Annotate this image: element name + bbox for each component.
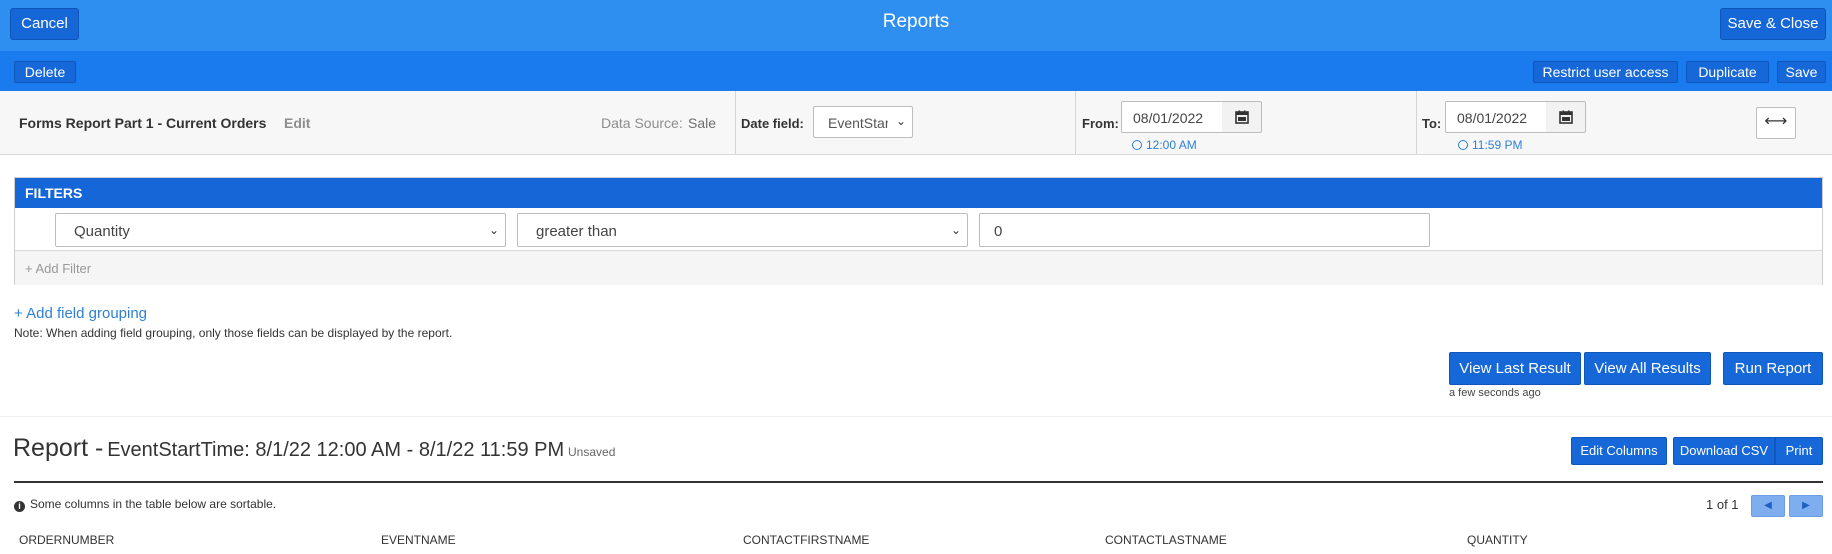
filter-row: Quantity ⌄ greater than ⌄ 0 bbox=[15, 208, 1822, 251]
view-last-result-button[interactable]: View Last Result bbox=[1449, 352, 1581, 385]
filter-field-value: Quantity bbox=[74, 223, 130, 240]
report-status: Unsaved bbox=[568, 445, 616, 459]
calendar-icon bbox=[1559, 110, 1573, 124]
last-run-time: a few seconds ago bbox=[1449, 387, 1541, 399]
clock-icon bbox=[1132, 140, 1142, 150]
expand-button[interactable]: ⟷ bbox=[1756, 107, 1796, 139]
date-field-value: EventStartTime bbox=[828, 115, 888, 131]
to-date-value: 08/01/2022 bbox=[1457, 110, 1528, 126]
add-filter-link[interactable]: + Add Filter bbox=[25, 261, 91, 276]
from-calendar-button[interactable] bbox=[1222, 101, 1262, 133]
to-time-value: 11:59 PM bbox=[1472, 138, 1523, 152]
edit-report-name-link[interactable]: Edit bbox=[284, 115, 310, 131]
caret-left-icon: ◀ bbox=[1764, 500, 1772, 511]
filter-operator-select[interactable]: greater than ⌄ bbox=[517, 213, 968, 247]
chevron-down-icon: ⌄ bbox=[895, 114, 906, 128]
previous-page-button[interactable]: ◀ bbox=[1751, 495, 1785, 517]
from-time-link[interactable]: 12:00 AM bbox=[1132, 138, 1197, 152]
download-csv-button[interactable]: Download CSV bbox=[1673, 437, 1775, 465]
column-header-contactfirstname[interactable]: CONTACTFIRSTNAME bbox=[743, 533, 869, 547]
view-all-results-button[interactable]: View All Results bbox=[1584, 352, 1711, 385]
grouping-note: Note: When adding field grouping, only t… bbox=[14, 326, 453, 340]
filter-value-input[interactable]: 0 bbox=[979, 213, 1430, 247]
divider bbox=[1075, 91, 1076, 155]
to-date-input[interactable]: 08/01/2022 bbox=[1445, 101, 1547, 133]
add-field-grouping-link[interactable]: + Add field grouping bbox=[14, 305, 147, 322]
divider bbox=[0, 416, 1832, 417]
expand-arrows-icon: ⟷ bbox=[1764, 113, 1788, 130]
edit-columns-button[interactable]: Edit Columns bbox=[1571, 437, 1667, 465]
caret-right-icon: ▶ bbox=[1802, 500, 1810, 511]
filter-value: 0 bbox=[994, 223, 1003, 240]
from-label: From: bbox=[1082, 116, 1119, 131]
report-settings-bar: Forms Report Part 1 - Current Orders Edi… bbox=[0, 91, 1832, 155]
to-label: To: bbox=[1422, 116, 1442, 131]
print-button[interactable]: Print bbox=[1775, 437, 1823, 465]
data-source-value: Sale bbox=[688, 115, 717, 131]
to-time-link[interactable]: 11:59 PM bbox=[1458, 138, 1522, 152]
filter-field-select[interactable]: Quantity ⌄ bbox=[55, 213, 506, 247]
add-filter-row[interactable]: + Add Filter bbox=[15, 251, 1822, 285]
report-name: Forms Report Part 1 - Current Orders bbox=[19, 115, 267, 131]
page-indicator: 1 of 1 bbox=[1706, 497, 1739, 512]
sortable-note: i Some columns in the table below are sor… bbox=[14, 497, 276, 512]
date-field-label: Date field: bbox=[741, 116, 804, 131]
page-title: Reports bbox=[882, 11, 950, 32]
info-icon: i bbox=[14, 501, 25, 512]
report-heading: Report - EventStartTime: 8/1/22 12:00 AM… bbox=[13, 434, 615, 463]
report-title: Report - bbox=[13, 434, 104, 462]
filters-title: FILTERS bbox=[25, 185, 83, 201]
from-date-input[interactable]: 08/01/2022 bbox=[1121, 101, 1223, 133]
data-source-label: Data Source: bbox=[601, 115, 683, 131]
filter-operator-value: greater than bbox=[536, 223, 617, 240]
to-calendar-button[interactable] bbox=[1546, 101, 1586, 133]
date-field-select[interactable]: EventStartTime ⌄ bbox=[813, 106, 913, 138]
filters-header: FILTERS bbox=[15, 178, 1822, 208]
save-and-close-button[interactable]: Save & Close bbox=[1720, 8, 1826, 40]
column-header-quantity[interactable]: QUANTITY bbox=[1467, 533, 1528, 547]
report-range: EventStartTime: 8/1/22 12:00 AM - 8/1/22… bbox=[107, 439, 565, 461]
top-bar: Cancel Reports Save & Close bbox=[0, 0, 1832, 51]
divider bbox=[1416, 91, 1417, 155]
restrict-user-access-button[interactable]: Restrict user access bbox=[1533, 61, 1678, 83]
column-header-eventname[interactable]: EVENTNAME bbox=[381, 533, 456, 547]
from-time-value: 12:00 AM bbox=[1146, 138, 1197, 152]
calendar-icon bbox=[1235, 110, 1249, 124]
duplicate-button[interactable]: Duplicate bbox=[1686, 61, 1769, 83]
save-button[interactable]: Save bbox=[1777, 61, 1826, 83]
action-bar: Delete Restrict user access Duplicate Sa… bbox=[0, 51, 1832, 91]
column-header-contactlastname[interactable]: CONTACTLASTNAME bbox=[1105, 533, 1227, 547]
chevron-down-icon: ⌄ bbox=[950, 223, 961, 237]
filters-panel: FILTERS Quantity ⌄ greater than ⌄ 0 + Ad… bbox=[14, 177, 1823, 285]
clock-icon bbox=[1458, 140, 1468, 150]
divider bbox=[14, 481, 1823, 483]
chevron-down-icon: ⌄ bbox=[488, 223, 499, 237]
divider bbox=[735, 91, 736, 155]
run-report-button[interactable]: Run Report bbox=[1723, 352, 1823, 385]
delete-button[interactable]: Delete bbox=[14, 61, 76, 83]
next-page-button[interactable]: ▶ bbox=[1789, 495, 1823, 517]
sortable-note-text: Some columns in the table below are sort… bbox=[30, 497, 277, 511]
from-date-value: 08/01/2022 bbox=[1133, 110, 1204, 126]
column-header-ordernumber[interactable]: ORDERNUMBER bbox=[19, 533, 114, 547]
